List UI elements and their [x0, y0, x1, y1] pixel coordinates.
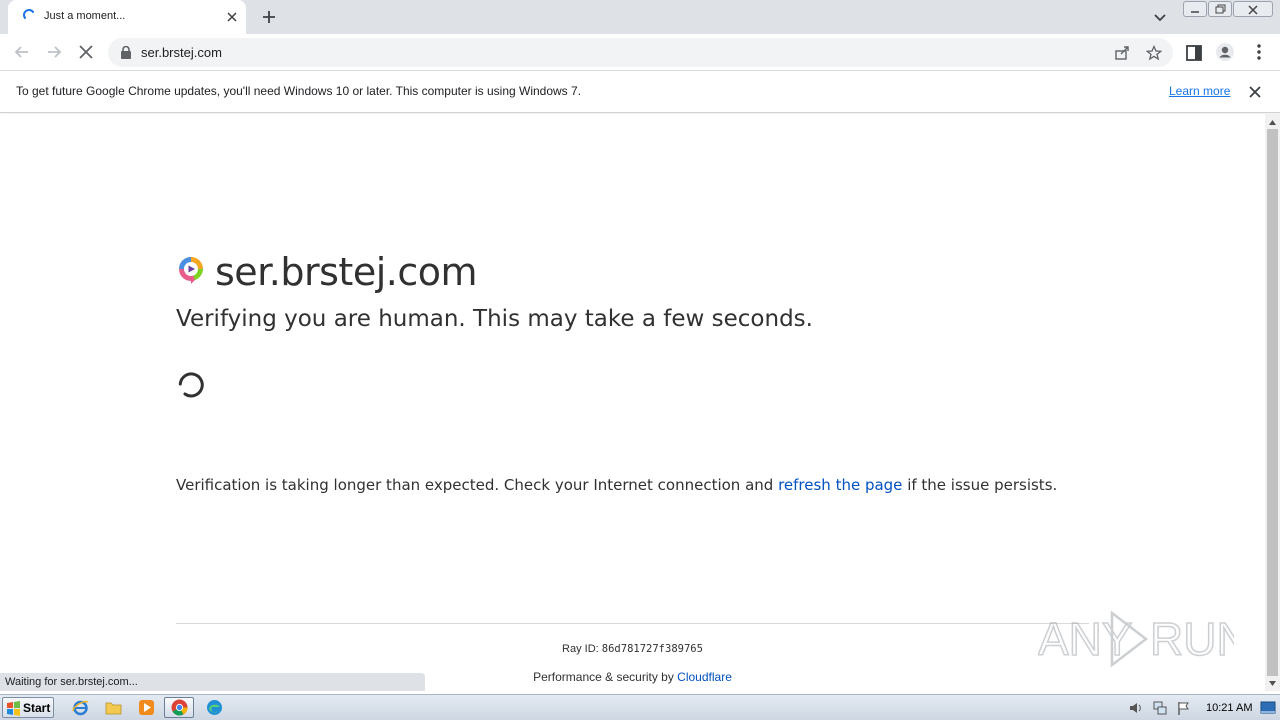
- scroll-down-icon[interactable]: [1268, 679, 1277, 688]
- taskbar-chrome[interactable]: [164, 697, 194, 718]
- address-bar[interactable]: ser.brstej.com: [108, 38, 1173, 67]
- verification-delay-message: Verification is taking longer than expec…: [176, 476, 1057, 494]
- vertical-scrollbar[interactable]: [1265, 114, 1280, 691]
- volume-icon[interactable]: [1128, 700, 1144, 716]
- performance-label: Performance & security by: [533, 670, 678, 684]
- start-button[interactable]: Start: [2, 697, 54, 718]
- url-text[interactable]: ser.brstej.com: [141, 45, 222, 60]
- media-player-icon: [139, 700, 154, 715]
- menu-dots-icon[interactable]: [1249, 42, 1269, 62]
- ray-id-label: Ray ID:: [562, 643, 602, 655]
- site-heading: ser.brstej.com: [215, 250, 478, 294]
- folder-icon: [105, 702, 122, 715]
- windows-taskbar: Start 10:21 AM: [0, 694, 1280, 720]
- side-panel-icon[interactable]: [1184, 43, 1204, 63]
- taskbar-clock[interactable]: 10:21 AM: [1206, 702, 1252, 714]
- windows-logo-icon: [7, 701, 20, 716]
- close-window-button[interactable]: [1233, 1, 1273, 17]
- bookmark-star-icon[interactable]: [1146, 45, 1162, 61]
- internet-explorer-icon: [72, 700, 89, 716]
- new-tab-icon[interactable]: [261, 9, 277, 25]
- loading-spinner-icon: [23, 9, 34, 19]
- status-bubble: Waiting for ser.brstej.com...: [0, 673, 425, 691]
- start-label: Start: [23, 701, 51, 715]
- tab-strip: Just a moment...: [0, 0, 1280, 34]
- chrome-icon: [171, 699, 188, 716]
- cloudflare-link[interactable]: Cloudflare: [677, 670, 732, 684]
- learn-more-link[interactable]: Learn more: [1169, 84, 1230, 98]
- show-desktop-icon[interactable]: [1260, 700, 1276, 716]
- network-icon[interactable]: [1152, 700, 1168, 716]
- browser-toolbar: ser.brstej.com: [0, 34, 1280, 71]
- minimize-button[interactable]: [1183, 1, 1207, 17]
- verify-title: Verifying you are human. This may take a…: [176, 306, 813, 332]
- profile-avatar-icon[interactable]: [1215, 42, 1235, 62]
- taskbar-media-player[interactable]: [131, 697, 161, 718]
- close-tab-icon[interactable]: [224, 9, 240, 25]
- close-infobar-icon[interactable]: [1248, 85, 1262, 99]
- refresh-page-link[interactable]: refresh the page: [778, 476, 902, 494]
- scroll-up-icon[interactable]: [1268, 118, 1277, 127]
- minimize-icon: [1191, 11, 1199, 13]
- stop-loading-icon[interactable]: [76, 42, 96, 62]
- site-logo-icon: [179, 257, 203, 284]
- restore-icon: [1215, 4, 1226, 14]
- taskbar-file-explorer[interactable]: [98, 697, 128, 718]
- restore-button[interactable]: [1208, 1, 1232, 17]
- share-icon[interactable]: [1114, 45, 1130, 61]
- close-icon: [1248, 5, 1258, 15]
- tab-title: Just a moment...: [44, 10, 126, 22]
- anyrun-watermark-logo: ANY RUN: [1038, 610, 1234, 668]
- page-content: ser.brstej.com Verifying you are human. …: [0, 114, 1265, 691]
- action-center-flag-icon[interactable]: [1176, 700, 1192, 716]
- edge-icon: [207, 700, 222, 715]
- lock-icon[interactable]: [120, 46, 132, 59]
- chevron-down-icon[interactable]: [1153, 10, 1167, 24]
- ray-id-value: 86d781727f389765: [601, 643, 703, 655]
- taskbar-edge[interactable]: [199, 697, 229, 718]
- watermark-text-run: RUN: [1150, 613, 1234, 665]
- footer-divider: [176, 623, 1089, 624]
- loading-spinner-icon: [178, 372, 204, 398]
- watermark-text-any: ANY: [1038, 613, 1133, 665]
- scrollbar-thumb[interactable]: [1267, 129, 1278, 676]
- delay-message-prefix: Verification is taking longer than expec…: [176, 476, 779, 494]
- taskbar-internet-explorer[interactable]: [65, 697, 95, 718]
- update-infobar: To get future Google Chrome updates, you…: [0, 71, 1280, 113]
- infobar-message: To get future Google Chrome updates, you…: [16, 84, 582, 98]
- back-icon[interactable]: [12, 42, 32, 62]
- forward-icon[interactable]: [44, 42, 64, 62]
- delay-message-suffix: if the issue persists.: [902, 476, 1058, 494]
- tab-active[interactable]: Just a moment...: [8, 0, 246, 34]
- system-tray: 10:21 AM: [1122, 696, 1280, 720]
